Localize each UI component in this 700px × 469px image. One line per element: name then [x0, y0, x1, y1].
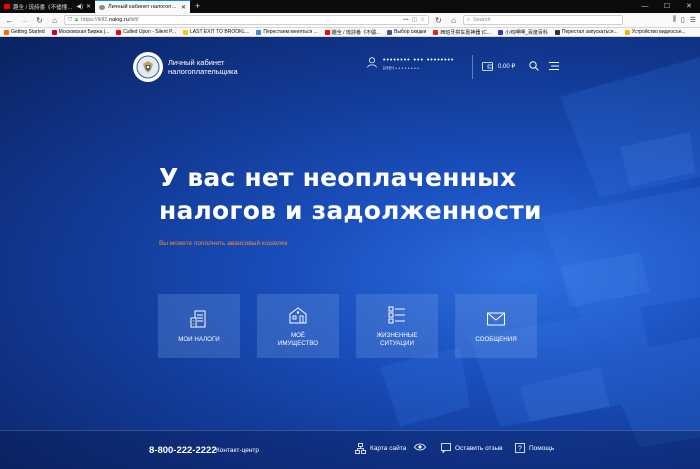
fns-emblem-logo[interactable] — [133, 52, 163, 82]
maximize-icon[interactable]: ☐ — [656, 0, 678, 13]
balance-amount: 0.00 ₽ — [498, 64, 516, 70]
shield-icon[interactable]: ⛉ — [68, 17, 72, 24]
sitemap-icon — [355, 443, 366, 454]
accessibility-toggle[interactable] — [414, 443, 426, 451]
page-favicon-icon — [99, 4, 105, 10]
eagle-emblem-icon — [136, 55, 160, 79]
quick-links: МОИ НАЛОГИ МОЁ ИМУЩЕСТВО ЖИЗНЕННЫЕ СИТУАЦИ… — [158, 294, 537, 358]
browser-tab-music[interactable]: 趣全 / 琉詩番《不儘懂世》 ◀) ✕ — [0, 0, 95, 13]
bookmark-item[interactable]: 小鸡呷呷_百度百科 — [498, 29, 548, 36]
refresh-alt-icon[interactable]: ↻ — [433, 16, 444, 25]
wallet-icon — [482, 62, 493, 71]
headline-line-2: налогов и задолженности — [159, 196, 542, 225]
property-icon — [289, 307, 307, 324]
hamburger-menu-icon[interactable]: ☰ — [690, 16, 696, 24]
browser-nav-bar: ← → ↻ ⌂ ⛉ 🔒︎ https://lkfl2.nalog.ru/lkfl… — [0, 13, 700, 28]
bookmark-item[interactable]: Перестал запускаться... — [554, 29, 618, 35]
bookmark-item[interactable]: LAST EXIT TO BROOKL... — [183, 29, 249, 35]
bookmark-item[interactable]: Called Upon - Silent P... — [116, 29, 176, 35]
tile-life-situations[interactable]: ЖИЗНЕННЫЕ СИТУАЦИИ — [356, 294, 438, 358]
bookmark-item[interactable]: Getting Started — [4, 29, 45, 35]
contact-phone[interactable]: 8-800-222-2222 — [149, 445, 217, 456]
tile-my-property[interactable]: МОЁ ИМУЩЕСТВО — [257, 294, 339, 358]
tile-label: СООБЩЕНИЯ — [475, 336, 517, 343]
browser-tab-nalog[interactable]: Личный кабинет налогоплате... ✕ — [95, 0, 190, 13]
user-icon — [367, 57, 377, 68]
url-bar[interactable]: ⛉ 🔒︎ https://lkfl2.nalog.ru/lkfl/ ••• ◫ … — [64, 15, 429, 25]
browser-tab-bar: 趣全 / 琉詩番《不儘懂世》 ◀) ✕ Личный кабинет налог… — [0, 0, 700, 13]
bookmark-item[interactable]: Перестаем меняться ... — [256, 29, 318, 35]
messages-icon — [487, 312, 505, 326]
wallet-balance[interactable]: 0.00 ₽ — [482, 62, 515, 71]
search-bar[interactable]: ⌕ Search — [463, 15, 623, 25]
sidebar-icon[interactable]: ▯ — [681, 16, 685, 24]
page-headline: У вас нет неоплаченных налогов и задолже… — [159, 161, 542, 227]
forward-icon[interactable]: → — [19, 16, 30, 25]
site-header: Личный кабинет налогоплательщика •••••••… — [0, 37, 700, 97]
header-divider — [472, 55, 473, 79]
tab-title: Личный кабинет налогоплате... — [108, 4, 178, 10]
feedback-icon — [441, 443, 451, 453]
tab-close-icon[interactable]: ✕ — [86, 3, 91, 10]
tab-title: 趣全 / 琉詩番《不儘懂世》 — [13, 4, 74, 11]
site-menu-icon[interactable] — [549, 62, 559, 70]
tile-messages[interactable]: СООБЩЕНИЯ — [455, 294, 537, 358]
user-profile[interactable]: •••••••• ••• •••••••• ИНН • • • • • • • … — [367, 57, 454, 72]
sitemap-link[interactable]: Карта сайта — [355, 443, 406, 454]
help-label: Помощь — [529, 444, 555, 452]
url-text[interactable]: https://lkfl2.nalog.ru/lkfl/ — [81, 17, 400, 23]
window-controls: — ☐ ✕ — [634, 0, 700, 13]
search-placeholder: Search — [473, 17, 491, 23]
eye-icon — [414, 443, 426, 451]
contact-center-label: Контакт-центр — [216, 447, 260, 454]
feedback-label: Оставить отзыв — [455, 444, 503, 452]
brand-title[interactable]: Личный кабинет налогоплательщика — [168, 58, 238, 76]
search-icon: ⌕ — [467, 16, 471, 23]
new-tab-button[interactable]: + — [190, 0, 205, 13]
background-decoration — [380, 57, 700, 447]
tile-label: МОЁ ИМУЩЕСТВО — [277, 332, 319, 347]
help-link[interactable]: ? Помощь — [515, 443, 554, 453]
tile-label: МОИ НАЛОГИ — [178, 336, 220, 343]
lock-icon[interactable]: 🔒︎ — [75, 17, 78, 24]
site-search-icon[interactable] — [529, 61, 539, 71]
reload-icon[interactable]: ↻ — [34, 16, 45, 25]
user-inn: ИНН • • • • • • • • — [383, 66, 419, 72]
window-close-icon[interactable]: ✕ — [678, 0, 700, 13]
life-situations-icon — [388, 306, 405, 324]
tile-my-taxes[interactable]: МОИ НАЛОГИ — [158, 294, 240, 358]
brand-line-2: налогоплательщика — [168, 67, 238, 76]
bookmarks-bar: Getting Started Московская Биржа |... Ca… — [0, 28, 700, 37]
back-icon[interactable]: ← — [4, 16, 15, 25]
advance-wallet-link[interactable]: Вы можете пополнить авансовый кошелек — [159, 240, 287, 247]
home-icon[interactable]: ⌂ — [49, 16, 60, 25]
bookmark-item[interactable]: 趣全 / 琉詩番《不儘... — [324, 29, 380, 36]
brand-line-1: Личный кабинет — [168, 58, 225, 67]
speaker-icon[interactable]: ◀) — [76, 3, 83, 10]
toolbar-home-icon[interactable]: ⌂ — [448, 16, 459, 25]
nalog-page: Личный кабинет налогоплательщика •••••••… — [0, 37, 700, 469]
user-name: •••••••• ••• •••••••• — [383, 57, 455, 64]
page-actions-icon[interactable]: ••• — [403, 17, 409, 23]
toolbar-right: ⫼ ▯ ☰ — [673, 16, 696, 24]
bookmark-item[interactable]: Московская Биржа |... — [51, 29, 109, 35]
svg-text:?: ? — [518, 446, 522, 453]
bookmark-star-icon[interactable]: ☆ — [420, 17, 425, 23]
tile-label: ЖИЗНЕННЫЕ СИТУАЦИИ — [376, 332, 418, 347]
bookmark-item[interactable]: Выбор скидки — [387, 29, 426, 35]
bookmark-item[interactable]: 西班牙拼车嘉神器 (C... — [433, 29, 491, 36]
help-icon: ? — [515, 443, 525, 453]
library-icon[interactable]: ⫼ — [673, 16, 676, 24]
taxes-icon — [190, 310, 206, 328]
feedback-link[interactable]: Оставить отзыв — [441, 443, 503, 453]
youtube-favicon-icon — [4, 4, 10, 9]
tab-close-icon[interactable]: ✕ — [181, 4, 186, 11]
bookmark-item[interactable]: Устройство видеосъе... — [624, 29, 686, 35]
sitemap-label: Карта сайта — [370, 445, 407, 452]
headline-line-1: У вас нет неоплаченных — [159, 163, 517, 192]
pocket-icon[interactable]: ◫ — [412, 17, 417, 23]
minimize-icon[interactable]: — — [634, 0, 656, 13]
site-footer: 8-800-222-2222 Контакт-центр Карта сайта… — [0, 430, 700, 469]
